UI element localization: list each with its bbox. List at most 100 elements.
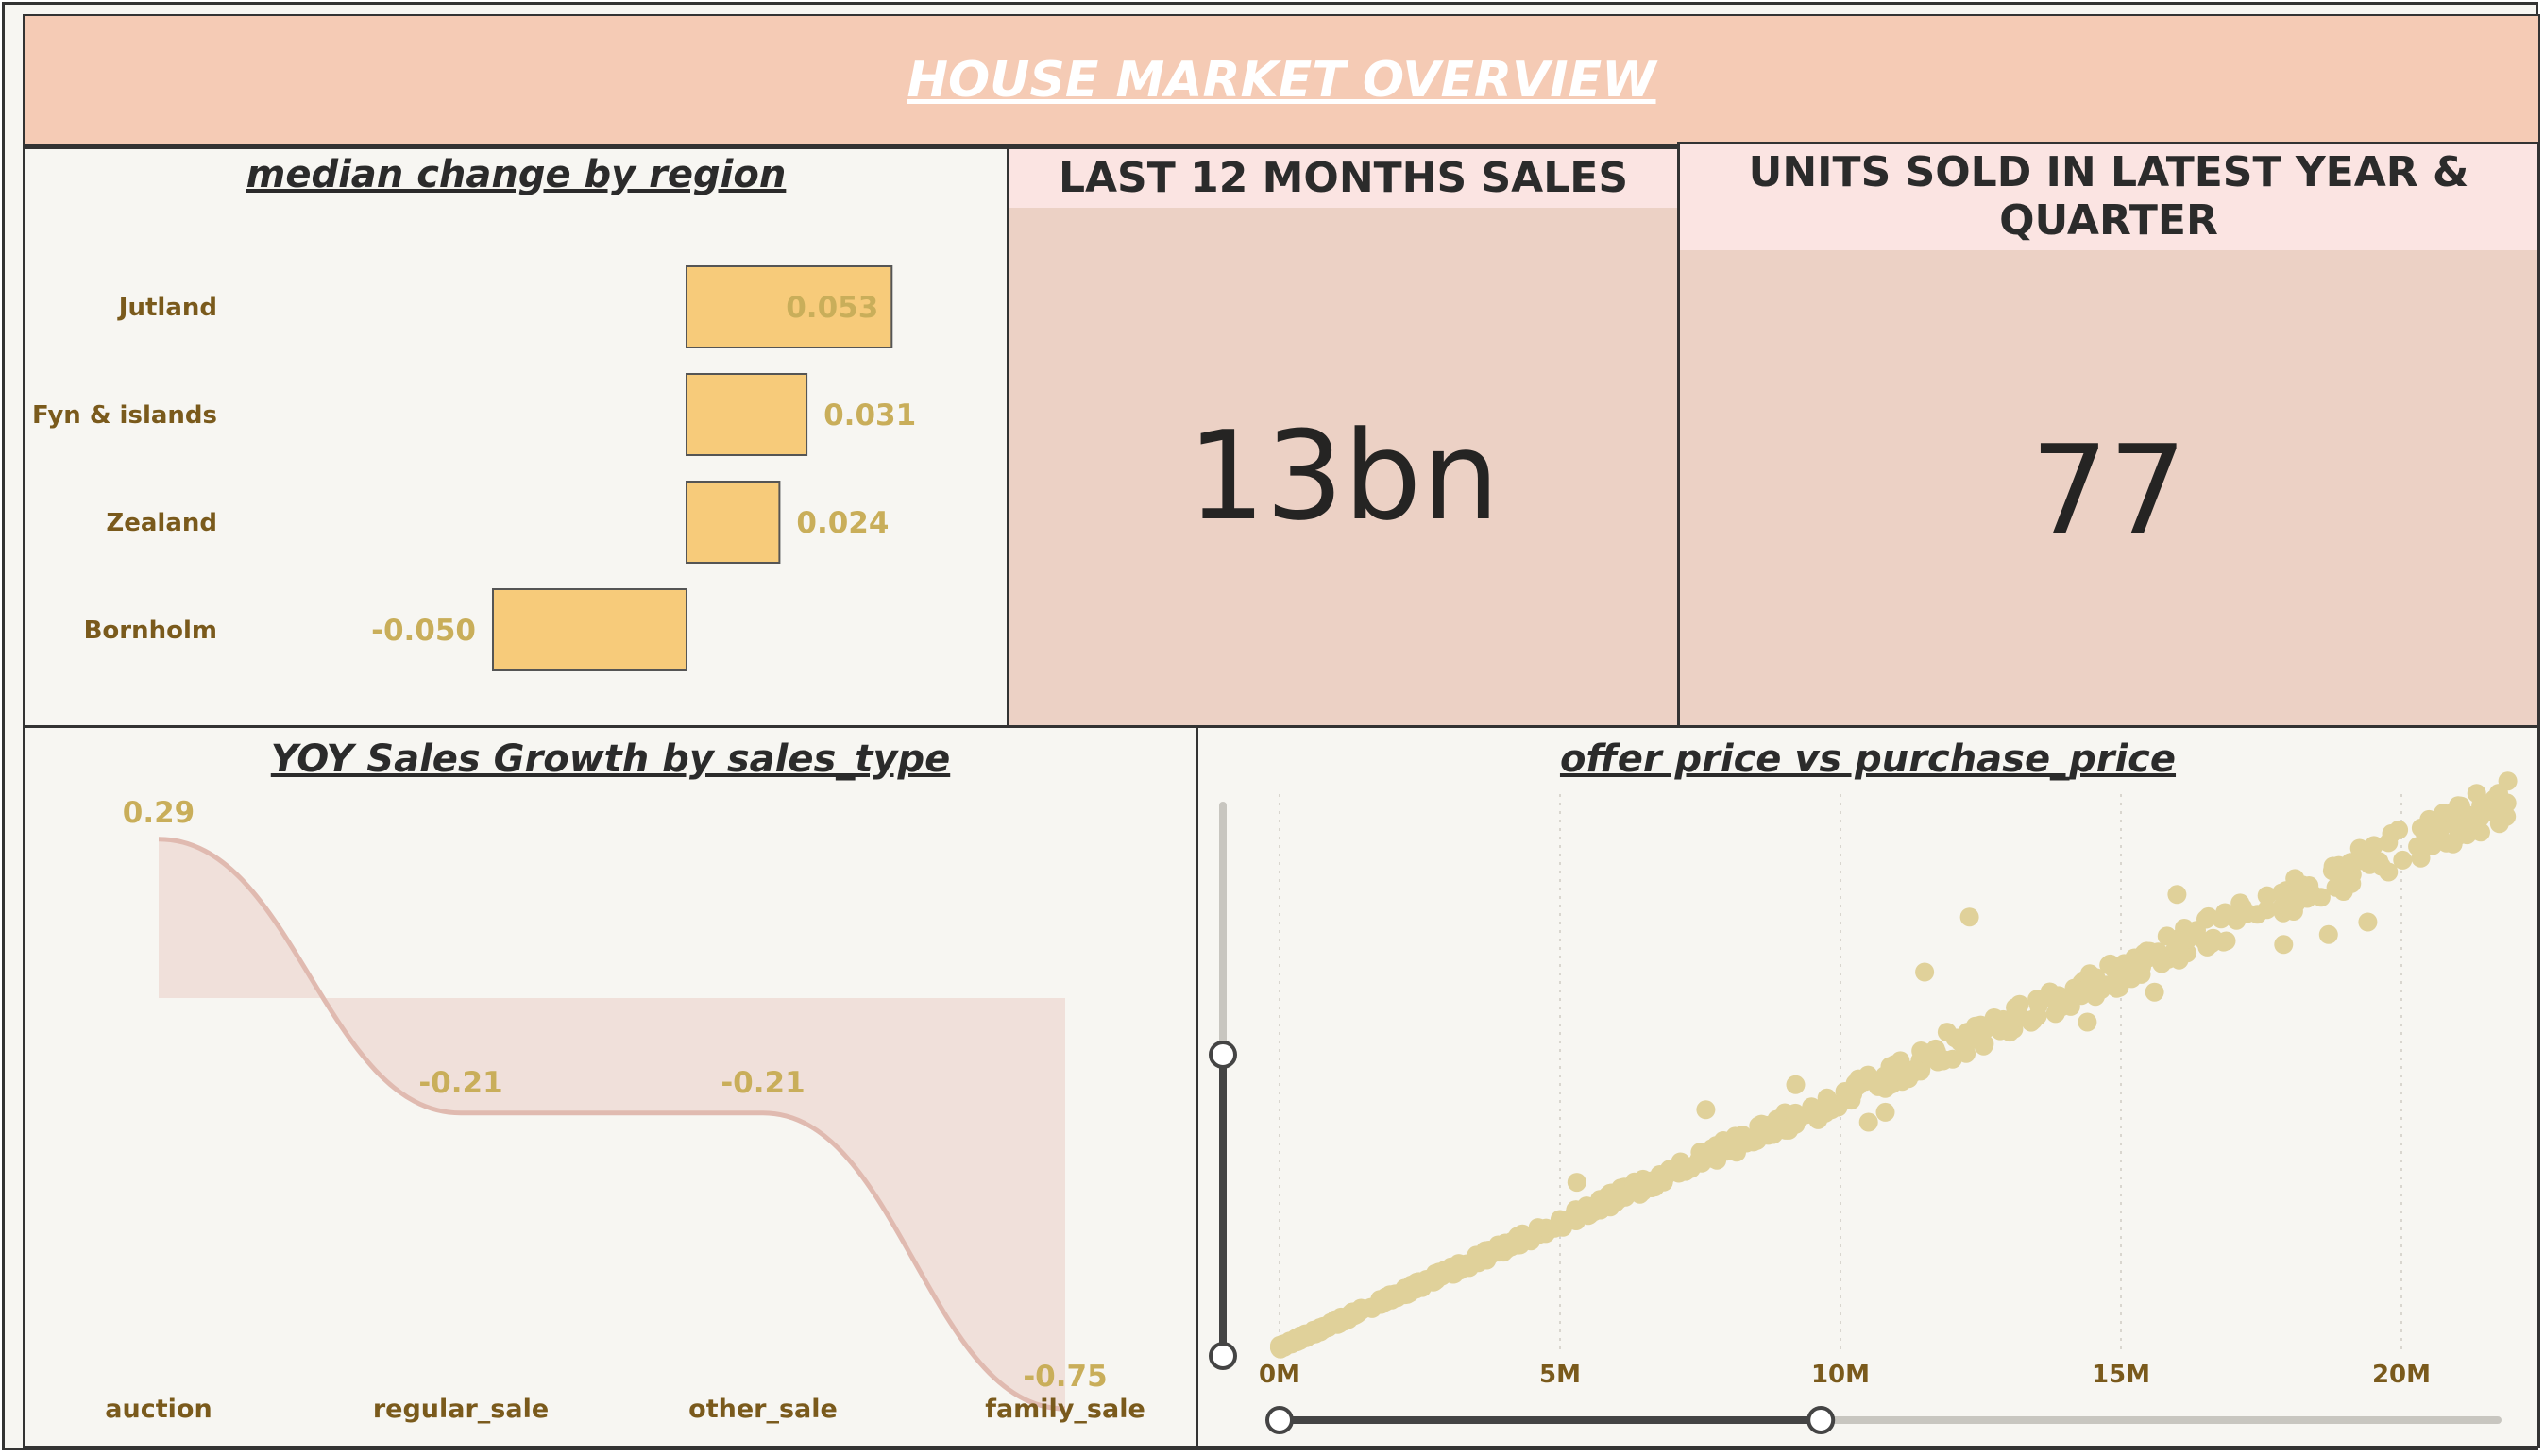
scatter-point: [1916, 1044, 1936, 1064]
scatter-point: [1589, 1196, 1609, 1216]
scatter-point: [1472, 1248, 1492, 1268]
scatter-point: [2145, 982, 2164, 1002]
scatter-point: [2072, 986, 2092, 1006]
scatter-panel: offer price vs purchase_price 0M 5M 10M 15M…: [1196, 725, 2540, 1448]
data-label: 0.024: [796, 506, 889, 540]
category-label: Fyn & islands: [32, 401, 217, 430]
scatter-point: [2110, 977, 2129, 997]
scatter-point: [2132, 957, 2151, 977]
scatter-point: [2203, 928, 2223, 948]
area-fill: [159, 838, 1065, 1409]
scatter-point: [2152, 954, 2172, 973]
y-slider-max-handle[interactable]: [1209, 1040, 1237, 1069]
scatter-point: [1343, 1302, 1362, 1322]
scatter-point: [1890, 1061, 1908, 1081]
data-label: -0.75: [1023, 1360, 1107, 1394]
category-label: Jutland: [117, 294, 217, 322]
scatter-point: [2382, 823, 2401, 843]
scatter-point: [2379, 862, 2399, 882]
data-label: -0.21: [721, 1066, 805, 1100]
scatter-point: [2450, 825, 2469, 845]
scatter-point: [2408, 837, 2428, 856]
data-label: -0.050: [371, 614, 476, 648]
scatter-point: [1808, 1109, 1828, 1129]
units-sold-value: 77: [2030, 418, 2187, 562]
yoy-growth-panel: YOY Sales Growth by sales_type 0.29 aucti…: [23, 725, 1198, 1448]
scatter-point: [1567, 1173, 1586, 1193]
scatter-point: [1615, 1185, 1635, 1205]
scatter-chart: 0M 5M 10M 15M 20M: [1209, 771, 2518, 1434]
scatter-point: [1993, 1009, 2013, 1029]
scatter-point: [2274, 935, 2294, 955]
scatter-point: [1719, 1132, 1738, 1152]
scatter-point: [2498, 771, 2518, 791]
scatter-point: [2333, 882, 2353, 901]
scatter-point: [1786, 1075, 1806, 1094]
last-12-months-card: LAST 12 MONTHS SALES 13bn: [1007, 146, 1680, 728]
bar: [492, 588, 687, 671]
category-label: Bornholm: [84, 617, 217, 645]
x-tick-label: 10M: [1811, 1361, 1870, 1389]
last-12-months-value: 13bn: [1187, 404, 1500, 548]
data-label: 0.053: [786, 291, 878, 325]
scatter-point: [1637, 1177, 1656, 1196]
scatter-point: [1971, 1026, 1991, 1046]
scatter-point: [2167, 885, 2187, 905]
scatter-point: [1428, 1265, 1448, 1285]
scatter-point: [1915, 962, 1935, 982]
units-sold-card: UNITS SOLD IN LATEST YEAR & QUARTER 77: [1677, 142, 2540, 728]
scatter-point: [2324, 859, 2344, 879]
scatter-point: [2157, 926, 2177, 946]
scatter-point: [1959, 907, 1979, 927]
category-label: auction: [105, 1395, 212, 1424]
dashboard-header: HOUSE MARKET OVERVIEW: [23, 14, 2540, 146]
x-tick-label: 5M: [1539, 1361, 1581, 1389]
scatter-point: [2044, 990, 2063, 1009]
scatter-point: [1410, 1275, 1430, 1295]
x-tick-label: 20M: [2372, 1361, 2431, 1389]
scatter-point: [2232, 897, 2252, 917]
data-label: -0.21: [418, 1066, 502, 1100]
scatter-point: [2341, 853, 2361, 872]
scatter-point: [1552, 1216, 1571, 1236]
x-slider-max-handle[interactable]: [1806, 1406, 1836, 1434]
scatter-point: [1937, 1023, 1957, 1042]
bar: [686, 373, 808, 456]
y-slider-min-handle[interactable]: [1209, 1342, 1237, 1370]
scatter-point: [1942, 1049, 1962, 1069]
units-sold-title: UNITS SOLD IN LATEST YEAR & QUARTER: [1680, 144, 2537, 250]
data-label: 0.29: [123, 796, 195, 830]
x-tick-label: 0M: [1259, 1361, 1300, 1389]
scatter-point: [2024, 1010, 2044, 1030]
scatter-point: [1506, 1235, 1525, 1255]
scatter-point: [2092, 980, 2112, 1000]
scatter-point: [2010, 994, 2029, 1014]
last-12-months-title: LAST 12 MONTHS SALES: [1009, 149, 1677, 208]
scatter-point: [2272, 897, 2292, 917]
yoy-growth-chart: 0.29 auction -0.21 regular_sale -0.21 other_s…: [105, 796, 1145, 1424]
scatter-point: [2114, 954, 2134, 973]
scatter-point: [1692, 1153, 1712, 1173]
scatter-point: [1748, 1127, 1768, 1147]
scatter-point: [1301, 1324, 1321, 1344]
x-tick-label: 15M: [2092, 1361, 2150, 1389]
scatter-point: [2451, 796, 2470, 816]
data-label: 0.031: [823, 398, 916, 432]
scatter-point: [1835, 1082, 1855, 1101]
category-label: regular_sale: [373, 1395, 549, 1424]
scatter-point: [2358, 912, 2378, 932]
scatter-point: [2185, 923, 2205, 942]
category-label: family_sale: [985, 1395, 1145, 1424]
scatter-point: [1568, 1201, 1587, 1221]
scatter-point: [2078, 1012, 2097, 1032]
scatter-point: [1858, 1112, 1878, 1132]
scatter-point: [2318, 924, 2338, 944]
median-change-panel: median change by region Jutland 0.053 Fyn …: [23, 146, 1009, 728]
scatter-point: [1696, 1100, 1716, 1120]
median-change-chart: Jutland 0.053 Fyn & islands 0.031 Zealand 0.0…: [32, 265, 916, 671]
category-label: other_sale: [688, 1395, 838, 1424]
scatter-point: [1875, 1102, 1895, 1122]
x-slider-min-handle[interactable]: [1265, 1406, 1294, 1434]
category-label: Zealand: [106, 509, 217, 537]
scatter-point: [2079, 964, 2099, 984]
